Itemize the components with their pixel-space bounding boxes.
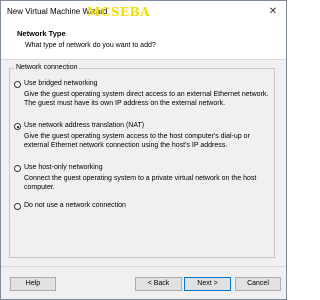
option-host-only-label[interactable]: Use host-only networking (24, 164, 103, 171)
wizard-window: New Virtual Machine Wizard MCSEBA ✕ Netw… (0, 0, 287, 300)
group-label: Network connection (14, 64, 80, 71)
help-button[interactable]: Help (10, 277, 56, 291)
close-icon[interactable]: ✕ (266, 5, 280, 19)
button-bar: Help < Back Next > Cancel (1, 266, 286, 299)
radio-bridged[interactable] (14, 81, 21, 88)
watermark-text: MCSEBA (87, 5, 151, 19)
option-no-network-label[interactable]: Do not use a network connection (24, 202, 126, 209)
page-title: Network Type (17, 29, 66, 38)
radio-nat[interactable] (14, 123, 21, 130)
option-nat-description: Give the guest operating system access t… (24, 133, 250, 149)
page-subtitle: What type of network do you want to add? (25, 42, 156, 49)
option-bridged-label[interactable]: Use bridged networking (24, 80, 98, 87)
radio-host-only[interactable] (14, 165, 21, 172)
option-host-only-description: Connect the guest operating system to a … (24, 175, 257, 191)
option-nat-label[interactable]: Use network address translation (NAT) (24, 122, 144, 129)
wizard-header: Network Type What type of network do you… (1, 23, 286, 60)
next-button[interactable]: Next > (184, 277, 231, 291)
wizard-body: Network connection Use bridged networkin… (1, 60, 286, 266)
option-bridged-description: Give the guest operating system direct a… (24, 91, 269, 107)
network-connection-group: Network connection Use bridged networkin… (9, 64, 275, 258)
back-button[interactable]: < Back (135, 277, 182, 291)
cancel-button[interactable]: Cancel (235, 277, 281, 291)
title-bar: New Virtual Machine Wizard MCSEBA ✕ (1, 1, 286, 23)
radio-no-network[interactable] (14, 203, 21, 210)
